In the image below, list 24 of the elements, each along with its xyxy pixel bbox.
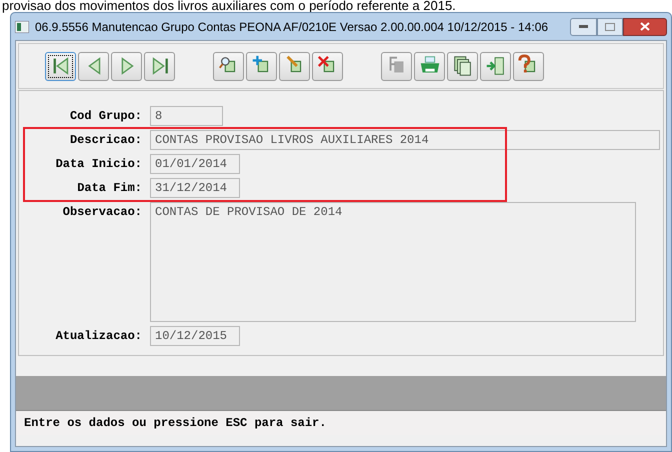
field-label: Observacao:: [62, 204, 142, 221]
maximize-button[interactable]: [597, 18, 623, 36]
field-label: Atualizacao:: [54, 328, 142, 345]
field-label: Cod Grupo:: [68, 108, 142, 125]
close-icon: [640, 22, 650, 31]
toolbar-button[interactable]: [45, 52, 76, 80]
minimize-icon: [579, 25, 588, 28]
field-label: Descricao:: [68, 132, 142, 149]
app-icon: [15, 20, 29, 32]
input-field[interactable]: 10/12/2015: [150, 326, 240, 346]
status-text: Entre os dados ou pressione ESC para sair.: [24, 415, 326, 432]
caption-text: provisao dos movimentos dos livros auxiliares com o período referente a 2015.: [1, 0, 457, 12]
toolbar-button[interactable]: [447, 52, 478, 80]
window-title: 06.9.5556 Manutencao Grupo Contas PEONA AF/0210E Versao 2.00.00.004 10/12/2015 - 14:06: [35, 18, 548, 36]
field-label: Data Inicio:: [54, 156, 142, 173]
input-field[interactable]: CONTAS PROVISAO LIVROS AUXILIARES 2014: [150, 130, 660, 150]
field-label: Data Fim:: [76, 180, 142, 197]
input-field[interactable]: 8: [150, 106, 223, 126]
input-field[interactable]: 01/01/2014: [150, 154, 240, 174]
maximize-icon: [605, 22, 615, 30]
text-area[interactable]: CONTAS DE PROVISAO DE 2014: [150, 202, 636, 322]
input-field[interactable]: 31/12/2014: [150, 178, 240, 198]
close-button[interactable]: [623, 18, 667, 36]
minimize-button[interactable]: [570, 18, 597, 36]
